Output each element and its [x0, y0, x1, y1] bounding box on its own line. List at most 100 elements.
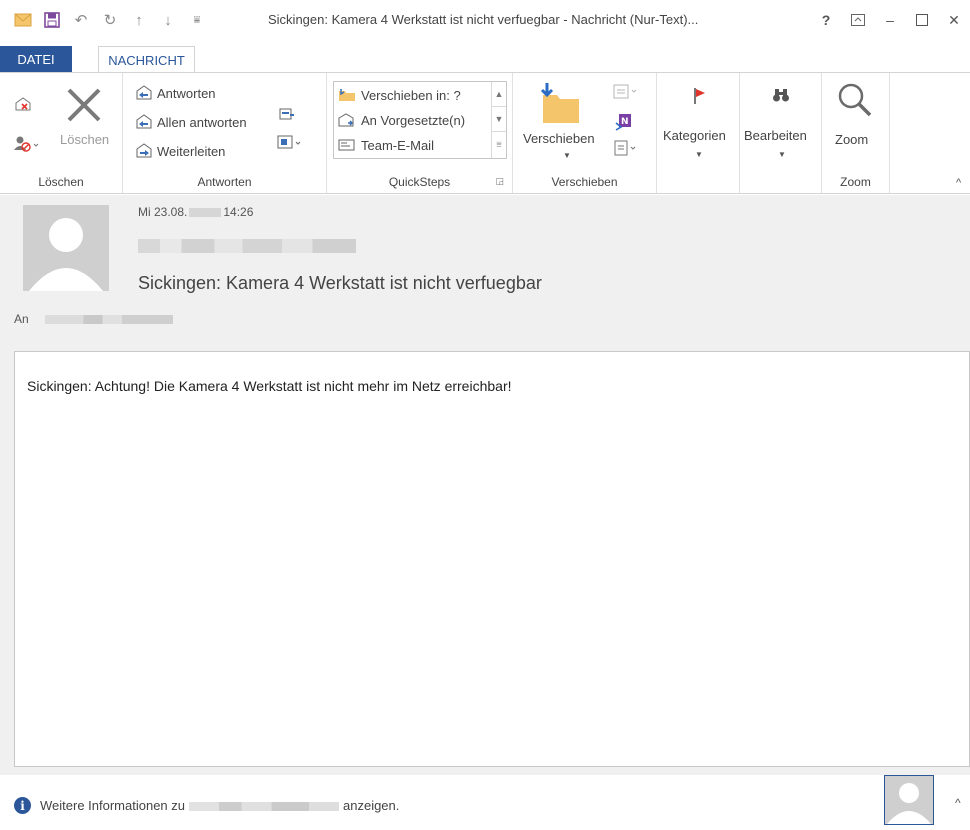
scroll-up-icon[interactable]: ▲: [492, 82, 506, 107]
info-suffix: anzeigen.: [343, 798, 400, 813]
undo-icon[interactable]: ↶: [70, 9, 92, 31]
more-respond-button[interactable]: [277, 135, 303, 151]
people-info-link[interactable]: Weitere Informationen zu anzeigen.: [40, 798, 399, 813]
people-pane-bar: i Weitere Informationen zu anzeigen. ^: [0, 775, 970, 830]
junk-button[interactable]: [14, 135, 40, 153]
quicksteps-gallery: Verschieben in: ? An Vorgesetzte(n) Team…: [333, 81, 507, 159]
move-button[interactable]: Verschieben: [523, 131, 595, 146]
message-header: Mi 23.08. 14:26 Sickingen: Kamera 4 Werks…: [0, 195, 970, 350]
quickstep-move-label: Verschieben in: ?: [361, 87, 461, 103]
person-placeholder-small-icon: [887, 783, 931, 824]
sender-redacted[interactable]: [138, 239, 356, 253]
junk-user-icon: [14, 135, 40, 153]
quickstep-move-to[interactable]: Verschieben in: ?: [334, 83, 492, 107]
help-button[interactable]: ?: [810, 6, 842, 34]
quicksteps-scrollbar[interactable]: ▲ ▼ ⩸: [491, 82, 506, 158]
close-button[interactable]: ✕: [938, 6, 970, 34]
ignore-button[interactable]: [14, 95, 32, 113]
categories-button[interactable]: Kategorien: [663, 128, 726, 143]
person-placeholder-icon: [29, 218, 103, 291]
reply-all-label: Allen antworten: [157, 114, 247, 130]
message-body-text: Sickingen: Achtung! Die Kamera 4 Werksta…: [27, 378, 512, 394]
folder-move-icon: [338, 88, 356, 102]
move-group: Verschieben ▼ N Verschieben: [513, 73, 657, 193]
message-date: Mi 23.08. 14:26: [138, 205, 253, 219]
expand-people-pane-icon[interactable]: ^: [955, 796, 961, 810]
find-binoculars-icon[interactable]: [772, 87, 790, 103]
title-bar: ↶ ↻ ↑ ↓ ⩸ Sickingen: Kamera 4 Werkstatt …: [0, 0, 970, 40]
message-body-area: Sickingen: Achtung! Die Kamera 4 Werksta…: [0, 350, 970, 775]
delete-x-icon[interactable]: [66, 87, 102, 123]
reply-icon: [135, 85, 153, 101]
meeting-icon: [279, 107, 295, 121]
flag-icon[interactable]: [693, 87, 707, 105]
maximize-button[interactable]: [906, 6, 938, 34]
ribbon: Löschen Löschen Antworten Allen antworte…: [0, 72, 970, 194]
info-icon: i: [14, 797, 31, 814]
gallery-more-icon[interactable]: ⩸: [492, 132, 506, 157]
move-group-label: Verschieben: [551, 175, 618, 189]
customize-qat-icon[interactable]: ⩸: [186, 9, 208, 31]
actions-button[interactable]: [614, 139, 640, 157]
reply-all-button[interactable]: Allen antworten: [135, 114, 247, 130]
save-icon[interactable]: [41, 9, 63, 31]
previous-item-icon[interactable]: ↑: [128, 9, 150, 31]
im-icon: [277, 135, 303, 151]
rules-icon: [613, 83, 639, 101]
quickstep-team-email[interactable]: Team-E-Mail: [334, 133, 492, 157]
reply-label: Antworten: [157, 85, 216, 101]
recipient-redacted[interactable]: [45, 315, 173, 324]
next-item-icon[interactable]: ↓: [157, 9, 179, 31]
forward-icon: [135, 143, 153, 159]
onenote-icon: N: [614, 113, 632, 131]
reply-button[interactable]: Antworten: [135, 85, 216, 101]
message-body[interactable]: Sickingen: Achtung! Die Kamera 4 Werksta…: [14, 351, 970, 767]
envelope-icon: [12, 9, 34, 31]
edit-dropdown-icon[interactable]: ▼: [778, 150, 786, 159]
respond-group-label: Antworten: [197, 175, 252, 189]
quicksteps-group-label: QuickSteps: [388, 175, 451, 189]
quicksteps-launcher-icon[interactable]: ◲: [495, 176, 504, 187]
delete-group-label: Löschen: [38, 175, 84, 189]
edit-button[interactable]: Bearbeiten: [744, 128, 807, 143]
rules-button[interactable]: [613, 83, 639, 101]
delete-group: Löschen Löschen: [0, 73, 123, 193]
categories-dropdown-icon[interactable]: ▼: [695, 150, 703, 159]
minimize-button[interactable]: –: [874, 6, 906, 34]
people-pane-avatar[interactable]: [884, 775, 934, 825]
zoom-button[interactable]: Zoom: [835, 132, 868, 147]
zoom-magnifier-icon[interactable]: [836, 81, 874, 119]
to-label: An: [14, 312, 29, 326]
onenote-button[interactable]: N: [614, 113, 632, 131]
info-prefix: Weitere Informationen zu: [40, 798, 185, 813]
info-redacted: [189, 802, 339, 812]
quickstep-manager-label: An Vorgesetzte(n): [361, 112, 466, 128]
tags-group: Kategorien ▼: [657, 73, 740, 193]
quickstep-team-label: Team-E-Mail: [361, 137, 434, 153]
scroll-down-icon[interactable]: ▼: [492, 107, 506, 132]
editing-group: Bearbeiten ▼: [740, 73, 822, 193]
message-time: 14:26: [223, 205, 254, 219]
ribbon-tabs: DATEI NACHRICHT: [0, 40, 970, 73]
redo-icon[interactable]: ↻: [99, 9, 121, 31]
tab-message[interactable]: NACHRICHT: [98, 46, 195, 73]
actions-icon: [614, 139, 640, 157]
redacted-year: [189, 208, 222, 218]
move-large-icon[interactable]: [537, 81, 583, 127]
quickstep-to-manager[interactable]: An Vorgesetzte(n): [334, 108, 492, 132]
window-title: Sickingen: Kamera 4 Werkstatt ist nicht …: [268, 12, 699, 27]
move-dropdown-icon[interactable]: ▼: [563, 151, 571, 160]
delete-button[interactable]: Löschen: [60, 132, 109, 147]
svg-text:N: N: [621, 117, 629, 127]
tab-file[interactable]: DATEI: [0, 46, 72, 72]
message-subject: Sickingen: Kamera 4 Werkstatt ist nicht …: [138, 273, 542, 293]
meeting-button[interactable]: [279, 107, 295, 121]
collapse-ribbon-icon[interactable]: ^: [956, 177, 961, 189]
zoom-group: Zoom Zoom: [822, 73, 890, 193]
quick-access-toolbar: ↶ ↻ ↑ ↓ ⩸: [0, 0, 215, 40]
forward-label: Weiterleiten: [157, 143, 226, 159]
ribbon-display-options-button[interactable]: [842, 6, 874, 34]
forward-button[interactable]: Weiterleiten: [135, 143, 225, 159]
reply-all-icon: [135, 114, 153, 130]
sender-avatar[interactable]: [23, 205, 109, 291]
